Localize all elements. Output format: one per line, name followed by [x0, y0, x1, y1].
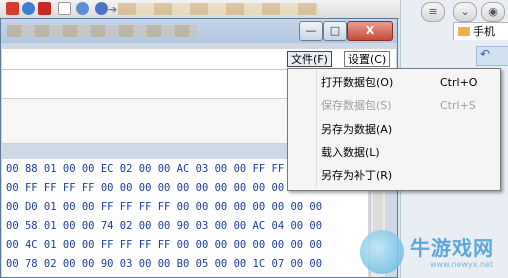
folder-icon — [458, 27, 470, 36]
menu-item-label: 载入数据(L) — [321, 146, 380, 159]
title-bar[interactable]: — □ X — [1, 19, 397, 43]
hex-line: 00 58 01 00 00 74 02 00 00 90 03 00 00 A… — [6, 220, 323, 232]
browser-tile-icon[interactable] — [58, 2, 71, 15]
file-menu-dropdown: 打开数据包(O) Ctrl+O 保存数据包(S) Ctrl+S 另存为数据(A)… — [287, 68, 501, 191]
browser-user-icon[interactable] — [95, 2, 108, 15]
browser-tab-mobile[interactable]: 手机 — [453, 22, 508, 40]
menu-item-label: 另存为数据(A) — [321, 123, 393, 136]
menu-item-open-package[interactable]: 打开数据包(O) Ctrl+O — [290, 72, 498, 94]
browser-tab-label: 手机 — [473, 25, 495, 38]
watermark-brand: 牛游戏网 — [410, 236, 494, 260]
arrow-right-icon[interactable]: ➔ — [108, 3, 117, 16]
close-button[interactable]: X — [347, 21, 393, 41]
watermark-logo-icon — [360, 230, 404, 274]
hex-line: 00 FF FF FF FF 00 00 00 00 00 00 00 00 0… — [6, 182, 323, 194]
menu-bar: 文件(F) 设置(C) — [2, 49, 396, 70]
menu-item-shortcut: Ctrl+O — [440, 76, 478, 89]
menu-item-save-as-patch[interactable]: 另存为补丁(R) — [290, 165, 498, 187]
menu-item-label: 另存为补丁(R) — [321, 169, 393, 182]
browser-stop-icon[interactable] — [38, 2, 51, 15]
menu-item-save-as-data[interactable]: 另存为数据(A) — [290, 119, 498, 141]
site-watermark: 牛游戏网 www.newyx.net — [360, 226, 508, 278]
menu-item-label: 保存数据包(S) — [321, 99, 392, 112]
maximize-button[interactable]: □ — [323, 21, 347, 41]
browser-home-icon[interactable] — [6, 2, 19, 15]
hex-line: 00 D0 01 00 00 FF FF FF FF 00 00 00 00 0… — [6, 201, 323, 213]
browser-globe-icon[interactable] — [76, 2, 89, 15]
menu-item-shortcut: Ctrl+S — [440, 99, 476, 112]
minimize-button[interactable]: — — [299, 21, 323, 41]
menu-settings[interactable]: 设置(C) — [344, 51, 391, 67]
blurred-title — [7, 25, 197, 37]
browser-menu-button[interactable]: ≡ — [421, 2, 445, 22]
browser-favorite-icon[interactable] — [22, 2, 35, 15]
hex-line: 00 4C 01 00 00 FF FF FF FF 00 00 00 00 0… — [6, 239, 323, 251]
back-arrow-icon[interactable]: ↶ — [480, 47, 490, 61]
menu-item-save-package: 保存数据包(S) Ctrl+S — [290, 95, 498, 117]
blurred-bookmarks — [118, 3, 318, 15]
browser-user-button[interactable]: ◉ — [481, 2, 505, 22]
browser-down-button[interactable]: ⌄ — [453, 2, 477, 22]
menu-file[interactable]: 文件(F) — [287, 51, 332, 67]
menu-item-load-data[interactable]: 载入数据(L) — [290, 142, 498, 164]
hex-line: 00 78 02 00 00 90 03 00 00 B0 05 00 00 1… — [6, 258, 323, 270]
watermark-url: www.newyx.net — [430, 260, 494, 269]
hex-line: 00 88 01 00 00 EC 02 00 00 AC 03 00 00 F… — [6, 163, 323, 175]
menu-item-label: 打开数据包(O) — [321, 76, 394, 89]
